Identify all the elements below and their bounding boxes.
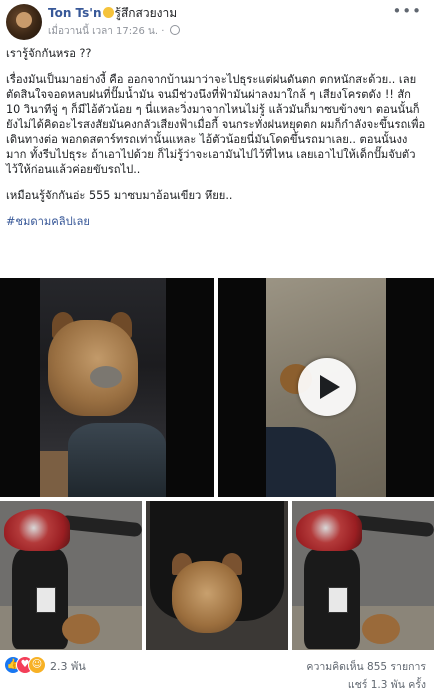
hashtag-link[interactable]: #ชมดามคลิปเลย: [6, 215, 90, 228]
haha-reaction-icon: ☺: [28, 656, 46, 674]
reaction-count[interactable]: 2.3 พัน: [50, 657, 86, 675]
play-icon: [320, 375, 340, 399]
post-footer: 👍 ♥ ☺ 2.3 พัน ความคิดเห็น 855 รายการ แชร…: [0, 650, 434, 696]
video-thumbnail[interactable]: [218, 278, 434, 497]
photo-dog-closeup[interactable]: [146, 501, 288, 650]
author-avatar[interactable]: [6, 4, 42, 40]
author-line: Ton Ts'n รู้สึกสวยงาม: [48, 4, 177, 23]
more-options-icon[interactable]: •••: [392, 2, 422, 20]
post-paragraph: เรารู้จักกันหรอ ??: [6, 47, 92, 60]
shares-count[interactable]: แชร์ 1.3 พัน ครั้ง: [348, 676, 426, 693]
play-button[interactable]: [298, 358, 356, 416]
photo-scooter-front-2[interactable]: [292, 501, 434, 650]
author-name[interactable]: Ton Ts'n: [48, 6, 102, 20]
photo-dog-on-scooter[interactable]: [0, 278, 214, 497]
post-paragraph: เหมือนรู้จักกันอ่ะ 555 มาซบมาอ้อนเขียว ห…: [6, 189, 233, 202]
photo-scooter-front[interactable]: [0, 501, 142, 650]
comments-count[interactable]: ความคิดเห็น 855 รายการ: [306, 658, 426, 675]
feeling-emoji-icon: [102, 7, 114, 18]
post-body: เรารู้จักกันหรอ ?? เรื่องมันเป็นมาอย่างง…: [6, 46, 426, 240]
post-timestamp-line: เมื่อวานนี้ เวลา 17:26 น. ·: [48, 24, 180, 39]
post-header: Ton Ts'n รู้สึกสวยงาม เมื่อวานนี้ เวลา 17…: [0, 0, 434, 44]
media-grid: [0, 278, 434, 650]
globe-icon: [169, 25, 180, 35]
photo-content: [40, 278, 166, 497]
post-timestamp[interactable]: เมื่อวานนี้ เวลา 17:26 น.: [48, 26, 158, 37]
feeling-text: รู้สึกสวยงาม: [114, 6, 178, 20]
post-paragraph: เรื่องมันเป็นมาอย่างงี้ คือ ออกจากบ้านมา…: [6, 73, 426, 176]
